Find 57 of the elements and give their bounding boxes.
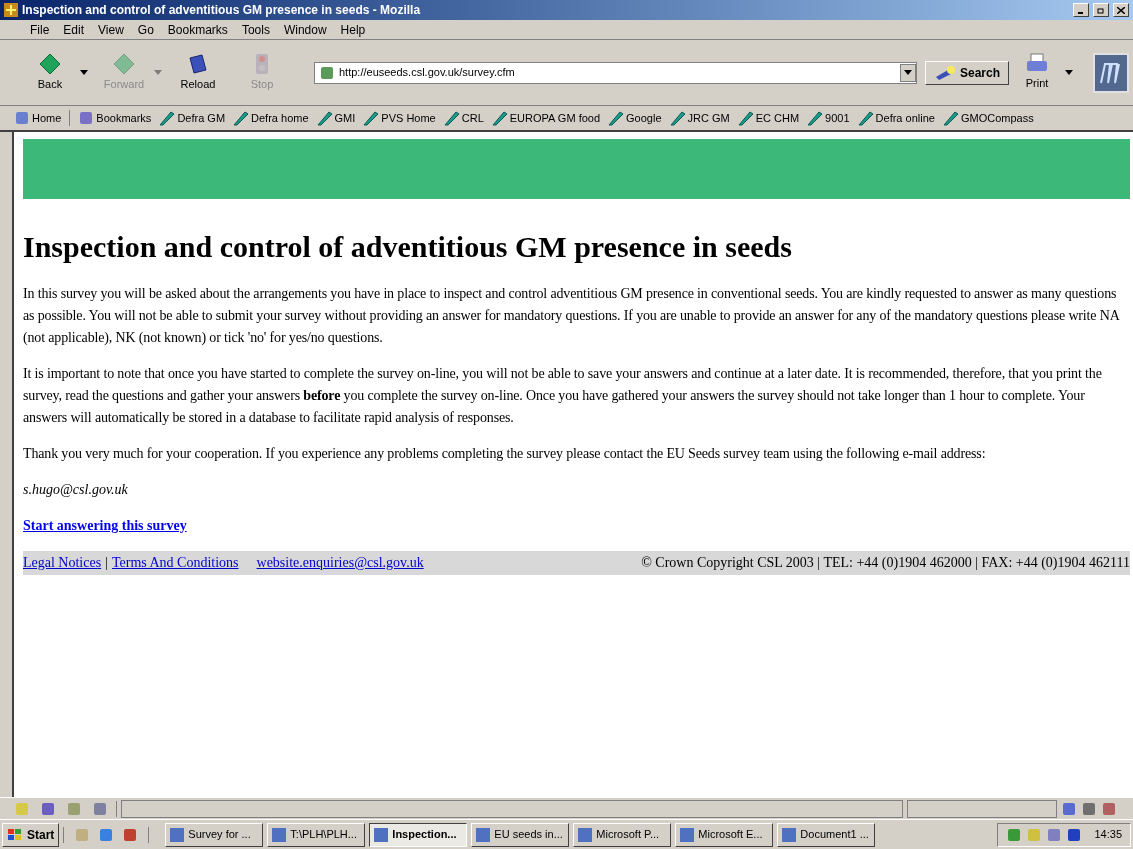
taskbar-button[interactable]: Inspection...	[369, 822, 468, 847]
menu-item[interactable]: Edit	[63, 20, 85, 39]
menu-item[interactable]: Window	[283, 20, 327, 39]
menu-item[interactable]: Help	[340, 20, 366, 39]
caret-icon	[903, 70, 912, 75]
bookmark-link[interactable]: CRL	[461, 109, 484, 127]
bookmark-link[interactable]: GMI	[334, 109, 356, 127]
bookmark-link[interactable]: Google	[626, 109, 662, 127]
taskbar-button[interactable]: T:\PLH\PLH...	[267, 822, 366, 847]
website-email-link[interactable]: website.enquiries@csl.gov.uk	[256, 552, 424, 574]
paragraph: It is important to note that once you have started to complete the survey on-line, you will not be able to save your answers and continue at a later date. It is recommended, therefore, that you print the survey, read the questions and gather your answers before you complete the survey on-line. Once you have gathered your answers the survey should not take longer than 1 hour to complete. Your answers will automatically be stored in a database to facilitate rapid analysis of responses.	[23, 365, 1103, 427]
paragraph: In this survey you will be asked about the arrangements you have in place to inspect and control adventitious GM presence in conventional seeds. You are kindly requested to answer as many questions as possible. You will not be able to submit your survey without providing an answer for mandatory questions. If you are unable to provide an answer for any of the mandatory questions please write NA (not applicable), NK (not known) or tick 'no' for yes/no questions.	[23, 285, 1121, 347]
address-field[interactable]: http://euseeds.csl.gov.uk/survey.cfm	[314, 61, 917, 84]
bookmark-link[interactable]: EC CHM	[755, 109, 800, 127]
search-button[interactable]: Search	[924, 60, 1009, 85]
paragraph: Thank you very much for your cooperation. If you experience any problems completing the survey please contact the EU Seeds survey team using the following e-mail address:	[23, 445, 987, 463]
caret-icon	[1065, 70, 1073, 75]
caret-icon	[154, 70, 162, 75]
bookmark-link[interactable]: Defra online	[875, 109, 935, 127]
restore-icon[interactable]	[1093, 3, 1109, 17]
menu-item[interactable]: Tools	[241, 20, 270, 39]
bookmark-link[interactable]: Defra home	[251, 109, 309, 127]
menu-item[interactable]: View	[98, 20, 124, 39]
bookmark-link[interactable]: 9001	[825, 109, 850, 127]
page-heading: Inspection and control of adventitious GM presence in seeds	[23, 229, 793, 265]
menu-item[interactable]: Go	[137, 20, 154, 39]
bookmark-link[interactable]: Bookmarks	[96, 109, 152, 127]
start-survey-link[interactable]: Start answering this survey	[23, 515, 187, 537]
bookmark-link[interactable]: EUROPA GM food	[509, 109, 601, 127]
copyright-text: © Crown Copyright CSL 2003 | TEL: +44 (0)1904 462000 | FAX: +44 (0)1904 462111	[641, 554, 1130, 572]
menu-item[interactable]: Bookmarks	[167, 20, 228, 39]
email-address: s.hugo@csl.gov.uk	[23, 481, 129, 499]
window-title: Inspection and control of adventitious GM presence in seeds - Mozilla	[22, 2, 422, 19]
terms-link[interactable]: Terms And Conditions	[111, 552, 239, 574]
menu-item[interactable]: File	[30, 20, 50, 39]
taskbar-button[interactable]: Microsoft E...	[675, 822, 774, 847]
back-button[interactable]: Back	[22, 52, 78, 93]
bookmark-link[interactable]: GMOCompass	[960, 109, 1034, 127]
taskbar-button[interactable]: Microsoft P...	[573, 822, 672, 847]
print-button[interactable]: Print	[1017, 53, 1057, 92]
bookmark-link[interactable]: Defra GM	[177, 109, 226, 127]
clock: 14:35	[1094, 827, 1122, 843]
taskbar-button[interactable]: EU seeds in...	[471, 822, 570, 847]
reload-button[interactable]: Reload	[170, 52, 226, 93]
windows-logo-icon	[7, 827, 23, 842]
bookmark-link[interactable]: JRC GM	[687, 109, 730, 127]
taskbar-button[interactable]: Document1 ...	[777, 822, 876, 847]
minimize-icon[interactable]	[1073, 3, 1089, 17]
taskbar-button[interactable]: Survey for ...	[165, 822, 264, 847]
close-icon[interactable]	[1113, 3, 1129, 17]
bookmark-link[interactable]: Home	[32, 109, 62, 127]
legal-notices-link[interactable]: Legal Notices	[23, 552, 102, 574]
throbber-logo	[1093, 52, 1129, 93]
start-button[interactable]: Start	[2, 822, 60, 847]
bookmark-link[interactable]: PVS Home	[381, 109, 436, 127]
separator: |	[104, 554, 109, 572]
caret-icon	[80, 70, 88, 75]
